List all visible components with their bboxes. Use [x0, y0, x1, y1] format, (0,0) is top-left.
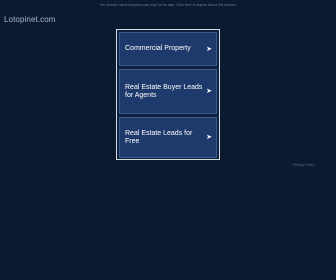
- privacy-policy-link[interactable]: Privacy Policy: [293, 163, 315, 167]
- link-real-estate-leads-free[interactable]: Real Estate Leads for Free ➤: [119, 117, 217, 158]
- domain-sale-notice[interactable]: The domain name lotopinet.com may be for…: [0, 3, 336, 7]
- link-real-estate-buyer-leads[interactable]: Real Estate Buyer Leads for Agents ➤: [119, 69, 217, 114]
- arrow-right-icon: ➤: [206, 88, 212, 95]
- site-name: Lotopinet.com: [4, 15, 56, 24]
- link-label: Commercial Property: [125, 45, 191, 52]
- arrow-right-icon: ➤: [206, 45, 212, 53]
- arrow-right-icon: ➤: [206, 134, 212, 141]
- link-commercial-property[interactable]: Commercial Property ➤: [119, 32, 217, 66]
- link-label: Real Estate Leads for Free: [125, 129, 193, 145]
- related-links-panel: Commercial Property ➤ Real Estate Buyer …: [116, 29, 220, 160]
- link-label: Real Estate Buyer Leads for Agents: [125, 83, 203, 99]
